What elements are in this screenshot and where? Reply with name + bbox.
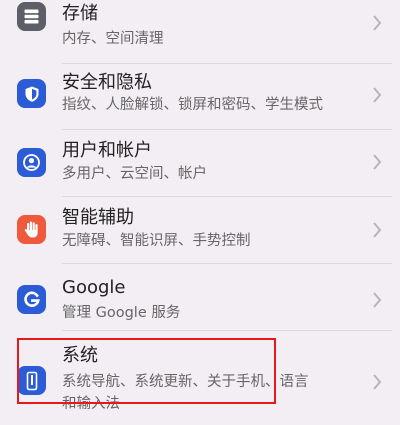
google-subtitle: 管理 Google 服务 xyxy=(62,305,181,321)
settings-item-storage[interactable]: 存储 内存、空间清理 xyxy=(0,0,400,66)
chevron-right-icon xyxy=(373,154,382,170)
settings-item-users[interactable]: 用户和帐户 多用户、云空间、帐户 xyxy=(0,130,400,196)
chevron-right-icon xyxy=(373,87,382,103)
google-icon xyxy=(17,285,46,314)
storage-title: 存储 xyxy=(62,3,98,24)
google-title: Google xyxy=(62,277,126,298)
users-title: 用户和帐户 xyxy=(62,140,152,161)
settings-item-security[interactable]: 安全和隐私 指纹、人脸解锁、锁屏和密码、学生模式 xyxy=(0,64,400,130)
security-title: 安全和隐私 xyxy=(62,72,152,93)
chevron-right-icon xyxy=(373,15,382,31)
settings-item-accessibility[interactable]: 智能辅助 无障碍、智能识屏、手势控制 xyxy=(0,197,400,263)
users-subtitle: 多用户、云空间、帐户 xyxy=(62,166,207,182)
user-icon xyxy=(17,148,46,177)
accessibility-title: 智能辅助 xyxy=(62,207,134,228)
divider xyxy=(62,263,392,264)
chevron-right-icon xyxy=(373,222,382,238)
highlight-box xyxy=(17,338,276,404)
settings-list: 存储 内存、空间清理 安全和隐私 指纹、人脸解锁、锁屏和密码、学生模式 用户和帐… xyxy=(0,0,400,425)
storage-icon xyxy=(17,2,46,31)
storage-subtitle: 内存、空间清理 xyxy=(62,31,164,47)
accessibility-subtitle: 无障碍、智能识屏、手势控制 xyxy=(62,233,251,249)
settings-item-google[interactable]: Google 管理 Google 服务 xyxy=(0,265,400,331)
chevron-right-icon xyxy=(373,374,382,390)
shield-icon xyxy=(17,79,46,108)
security-subtitle: 指纹、人脸解锁、锁屏和密码、学生模式 xyxy=(62,97,323,113)
hand-icon xyxy=(17,215,46,244)
chevron-right-icon xyxy=(373,292,382,308)
